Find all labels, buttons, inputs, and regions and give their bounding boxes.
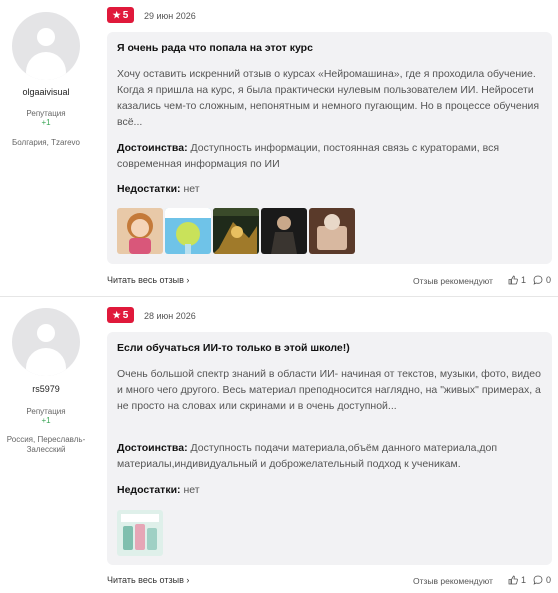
review-body: Я очень рада что попала на этот курс Хоч… xyxy=(107,32,552,264)
like-count: 1 xyxy=(521,275,527,285)
review-photos xyxy=(117,510,163,556)
review-pros: Достоинства: Доступность подачи материал… xyxy=(117,440,547,472)
review-date: 28 июн 2026 xyxy=(144,311,196,321)
comment-count: 0 xyxy=(546,275,552,285)
author-location: Болгария, Tzarevo xyxy=(12,138,80,147)
review-photos xyxy=(117,208,355,254)
cons-text: нет xyxy=(183,183,200,195)
chevron-right-icon: › xyxy=(186,275,190,285)
rating-value: 5 xyxy=(122,309,129,321)
star-icon: ★ xyxy=(112,9,121,20)
cons-label: Недостатки: xyxy=(117,484,181,496)
like-button[interactable]: 1 xyxy=(508,275,526,285)
read-more-label: Читать весь отзыв xyxy=(107,575,184,585)
thumbs-up-icon xyxy=(508,575,518,585)
reputation-label: Репутация xyxy=(26,407,66,416)
review-title[interactable]: Если обучаться ИИ-то только в этой школе… xyxy=(117,342,350,354)
reputation-value: +1 xyxy=(41,118,51,127)
cons-label: Недостатки: xyxy=(117,183,181,195)
review-photo[interactable] xyxy=(261,208,307,254)
comment-count: 0 xyxy=(546,575,552,585)
review-title[interactable]: Я очень рада что попала на этот курс xyxy=(117,42,313,54)
review-card: olgaaivisual Репутация +1 Болгария, Tzar… xyxy=(0,0,558,296)
chevron-right-icon: › xyxy=(186,575,190,585)
review-card: rs5979 Репутация +1 Россия, Переславль-З… xyxy=(0,296,558,593)
review-photo[interactable] xyxy=(117,510,163,556)
thumbs-up-icon xyxy=(508,275,518,285)
author-username[interactable]: rs5979 xyxy=(0,384,92,394)
pros-label: Достоинства: xyxy=(117,142,188,154)
rating-badge: ★ 5 xyxy=(107,7,134,23)
comments-button[interactable]: 0 xyxy=(533,575,551,585)
comments-button[interactable]: 0 xyxy=(533,275,551,285)
review-photo[interactable] xyxy=(117,208,163,254)
recommend-label: Отзыв рекомендуют xyxy=(413,276,493,286)
review-pros: Достоинства: Доступность информации, пос… xyxy=(117,140,547,172)
review-photo[interactable] xyxy=(165,208,211,254)
reputation-value: +1 xyxy=(41,416,51,425)
review-body: Если обучаться ИИ-то только в этой школе… xyxy=(107,332,552,565)
comment-icon xyxy=(533,575,543,585)
avatar[interactable] xyxy=(12,12,80,80)
review-cons: Недостатки: нет xyxy=(117,484,200,496)
author-username[interactable]: olgaaivisual xyxy=(0,87,92,97)
like-button[interactable]: 1 xyxy=(508,575,526,585)
pros-label: Достоинства: xyxy=(117,442,188,454)
review-photo[interactable] xyxy=(309,208,355,254)
read-full-review-link[interactable]: Читать весь отзыв › xyxy=(107,275,189,285)
review-photo[interactable] xyxy=(213,208,259,254)
comment-icon xyxy=(533,275,543,285)
avatar[interactable] xyxy=(12,308,80,376)
rating-value: 5 xyxy=(122,9,129,21)
review-text: Очень большой спектр знаний в области ИИ… xyxy=(117,368,541,412)
read-more-label: Читать весь отзыв xyxy=(107,275,184,285)
cons-text: нет xyxy=(183,484,200,496)
review-cons: Недостатки: нет xyxy=(117,183,200,195)
author-location: Россия, Переславль-Залесский xyxy=(6,435,86,454)
recommend-label: Отзыв рекомендуют xyxy=(413,576,493,586)
review-text: Хочу оставить искренний отзыв о курсах «… xyxy=(117,68,540,128)
reputation-label: Репутация xyxy=(26,109,66,118)
star-icon: ★ xyxy=(112,309,121,320)
read-full-review-link[interactable]: Читать весь отзыв › xyxy=(107,575,189,585)
rating-badge: ★ 5 xyxy=(107,307,134,323)
review-date: 29 июн 2026 xyxy=(144,11,196,21)
like-count: 1 xyxy=(521,575,527,585)
